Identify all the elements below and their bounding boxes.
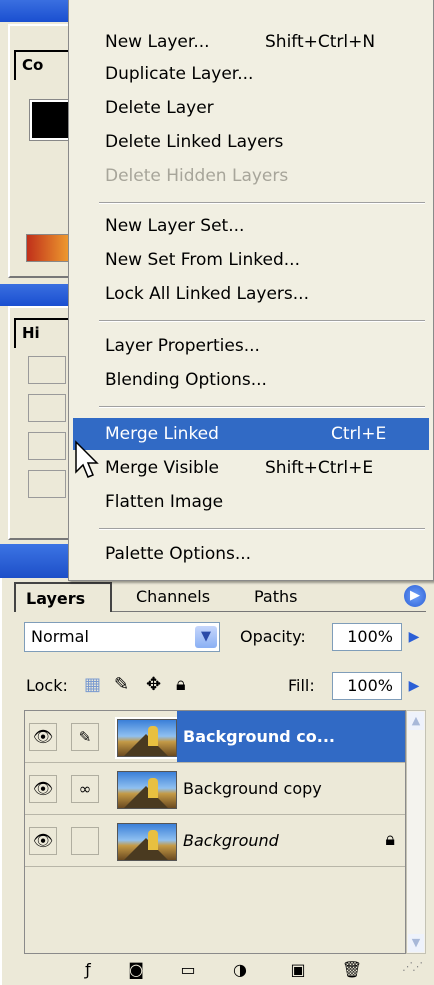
history-state[interactable]: [28, 394, 66, 422]
brush-icon[interactable]: ✎: [71, 723, 99, 751]
fill-label: Fill:: [288, 676, 315, 695]
blend-mode-select[interactable]: Normal ▼: [24, 622, 220, 652]
menu-item-new-set-from-linked[interactable]: New Set From Linked...: [73, 244, 429, 276]
layers-bottom-toolbar: ƒ ◙ ▭ ◑ ▣ 🗑︎: [14, 956, 426, 985]
mouse-pointer-icon: [75, 440, 99, 478]
menu-separator: [99, 202, 425, 204]
layer-row[interactable]: 👁︎ ∞ Background copy: [25, 763, 405, 815]
menu-item-label: New Layer...: [105, 32, 210, 52]
layer-row[interactable]: 👁︎ ✎ Background co...: [25, 711, 405, 763]
menu-item-label: Blending Options...: [105, 370, 267, 390]
history-palette-title-bar: [0, 284, 70, 306]
menu-item-label: Palette Options...: [105, 544, 252, 564]
add-mask-icon[interactable]: ◙: [124, 958, 148, 982]
menu-item-label: Flatten Image: [105, 492, 224, 512]
resize-grip-icon[interactable]: ⋰⋰: [402, 960, 426, 984]
layer-thumbnail: [117, 771, 177, 809]
menu-item-merge-visible[interactable]: Merge Visible Shift+Ctrl+E: [73, 452, 429, 484]
layer-thumbnail: [117, 823, 177, 861]
visibility-eye-icon[interactable]: 👁︎: [29, 723, 57, 751]
adjustment-layer-icon[interactable]: ◑: [228, 958, 252, 982]
layers-palette-menu: New Layer... Shift+Ctrl+N Duplicate Laye…: [68, 0, 434, 581]
menu-item-new-layer[interactable]: New Layer... Shift+Ctrl+N: [73, 26, 429, 58]
layer-name[interactable]: Background co...: [177, 711, 405, 762]
layer-name[interactable]: Background: [177, 815, 405, 866]
menu-separator: [99, 406, 425, 408]
color-palette-title-bar: [0, 0, 70, 22]
menu-item-delete-linked-layers[interactable]: Delete Linked Layers: [73, 126, 429, 158]
menu-item-layer-properties[interactable]: Layer Properties...: [73, 330, 429, 362]
new-layer-icon[interactable]: ▣: [286, 958, 310, 982]
layers-scrollbar[interactable]: ▲ ▼: [406, 710, 426, 954]
menu-item-shortcut: Shift+Ctrl+N: [265, 32, 376, 52]
layer-thumbnail: [115, 717, 179, 759]
opacity-slider-arrow-icon[interactable]: ▶: [404, 623, 424, 651]
fill-slider-arrow-icon[interactable]: ▶: [404, 672, 424, 700]
menu-item-flatten-image[interactable]: Flatten Image: [73, 486, 429, 518]
menu-item-label: Duplicate Layer...: [105, 64, 254, 84]
tab-paths[interactable]: Paths: [244, 582, 324, 612]
menu-item-delete-hidden-layers: Delete Hidden Layers: [73, 160, 429, 192]
menu-item-new-layer-set[interactable]: New Layer Set...: [73, 210, 429, 242]
opacity-label: Opacity:: [240, 627, 306, 646]
menu-separator: [99, 320, 425, 322]
menu-item-label: Delete Linked Layers: [105, 132, 284, 152]
tab-channels[interactable]: Channels: [126, 582, 236, 612]
menu-item-label: Delete Hidden Layers: [105, 166, 289, 186]
lock-label: Lock:: [26, 676, 68, 695]
fill-field[interactable]: 100%: [332, 672, 402, 700]
menu-item-duplicate-layer[interactable]: Duplicate Layer...: [73, 58, 429, 90]
menu-item-label: New Set From Linked...: [105, 250, 300, 270]
lock-icon: 🔒︎: [385, 829, 395, 850]
menu-item-lock-all-linked-layers[interactable]: Lock All Linked Layers...: [73, 278, 429, 310]
color-ramp[interactable]: [26, 234, 72, 262]
opacity-field[interactable]: 100%: [332, 623, 402, 651]
history-state[interactable]: [28, 470, 66, 498]
menu-item-palette-options[interactable]: Palette Options...: [73, 538, 429, 570]
tab-layers[interactable]: Layers: [14, 582, 112, 612]
menu-item-merge-linked[interactable]: Merge Linked Ctrl+E: [73, 418, 429, 450]
menu-item-shortcut: Ctrl+E: [331, 424, 387, 444]
new-set-folder-icon[interactable]: ▭: [176, 958, 200, 982]
menu-separator: [99, 528, 425, 530]
lock-all-icon[interactable]: 🔒︎: [176, 674, 186, 695]
layer-name[interactable]: Background copy: [177, 763, 405, 814]
layers-list: 👁︎ ✎ Background co... 👁︎ ∞ Background co…: [24, 710, 406, 954]
layer-row[interactable]: 👁︎ Background 🔒︎: [25, 815, 405, 867]
trash-icon[interactable]: 🗑︎: [340, 958, 364, 982]
lock-transparency-icon[interactable]: ▦: [84, 674, 101, 695]
menu-item-label: Delete Layer: [105, 98, 214, 118]
layer-style-icon[interactable]: ƒ: [76, 958, 100, 982]
menu-item-label: Layer Properties...: [105, 336, 260, 356]
menu-item-label: Merge Linked: [105, 424, 219, 444]
menu-item-blending-options[interactable]: Blending Options...: [73, 364, 429, 396]
history-state[interactable]: [28, 432, 66, 460]
menu-item-label: Merge Visible: [105, 458, 220, 478]
lock-pixels-brush-icon[interactable]: ✎: [114, 674, 129, 695]
scroll-down-icon[interactable]: ▼: [408, 934, 424, 952]
menu-item-delete-layer[interactable]: Delete Layer: [73, 92, 429, 124]
visibility-eye-icon[interactable]: 👁︎: [29, 775, 57, 803]
palette-menu-arrow-icon[interactable]: ▶: [404, 585, 426, 607]
blend-mode-value: Normal: [31, 627, 89, 646]
chevron-down-icon[interactable]: ▼: [195, 626, 217, 648]
scroll-up-icon[interactable]: ▲: [408, 712, 424, 730]
chain-link-icon[interactable]: ∞: [71, 775, 99, 803]
menu-item-label: Lock All Linked Layers...: [105, 284, 309, 304]
visibility-eye-icon[interactable]: 👁︎: [29, 827, 57, 855]
lock-position-move-icon[interactable]: ✥: [146, 674, 161, 695]
menu-item-label: New Layer Set...: [105, 216, 245, 236]
menu-item-shortcut: Shift+Ctrl+E: [265, 458, 374, 478]
history-state[interactable]: [28, 356, 66, 384]
link-slot[interactable]: [71, 827, 99, 855]
